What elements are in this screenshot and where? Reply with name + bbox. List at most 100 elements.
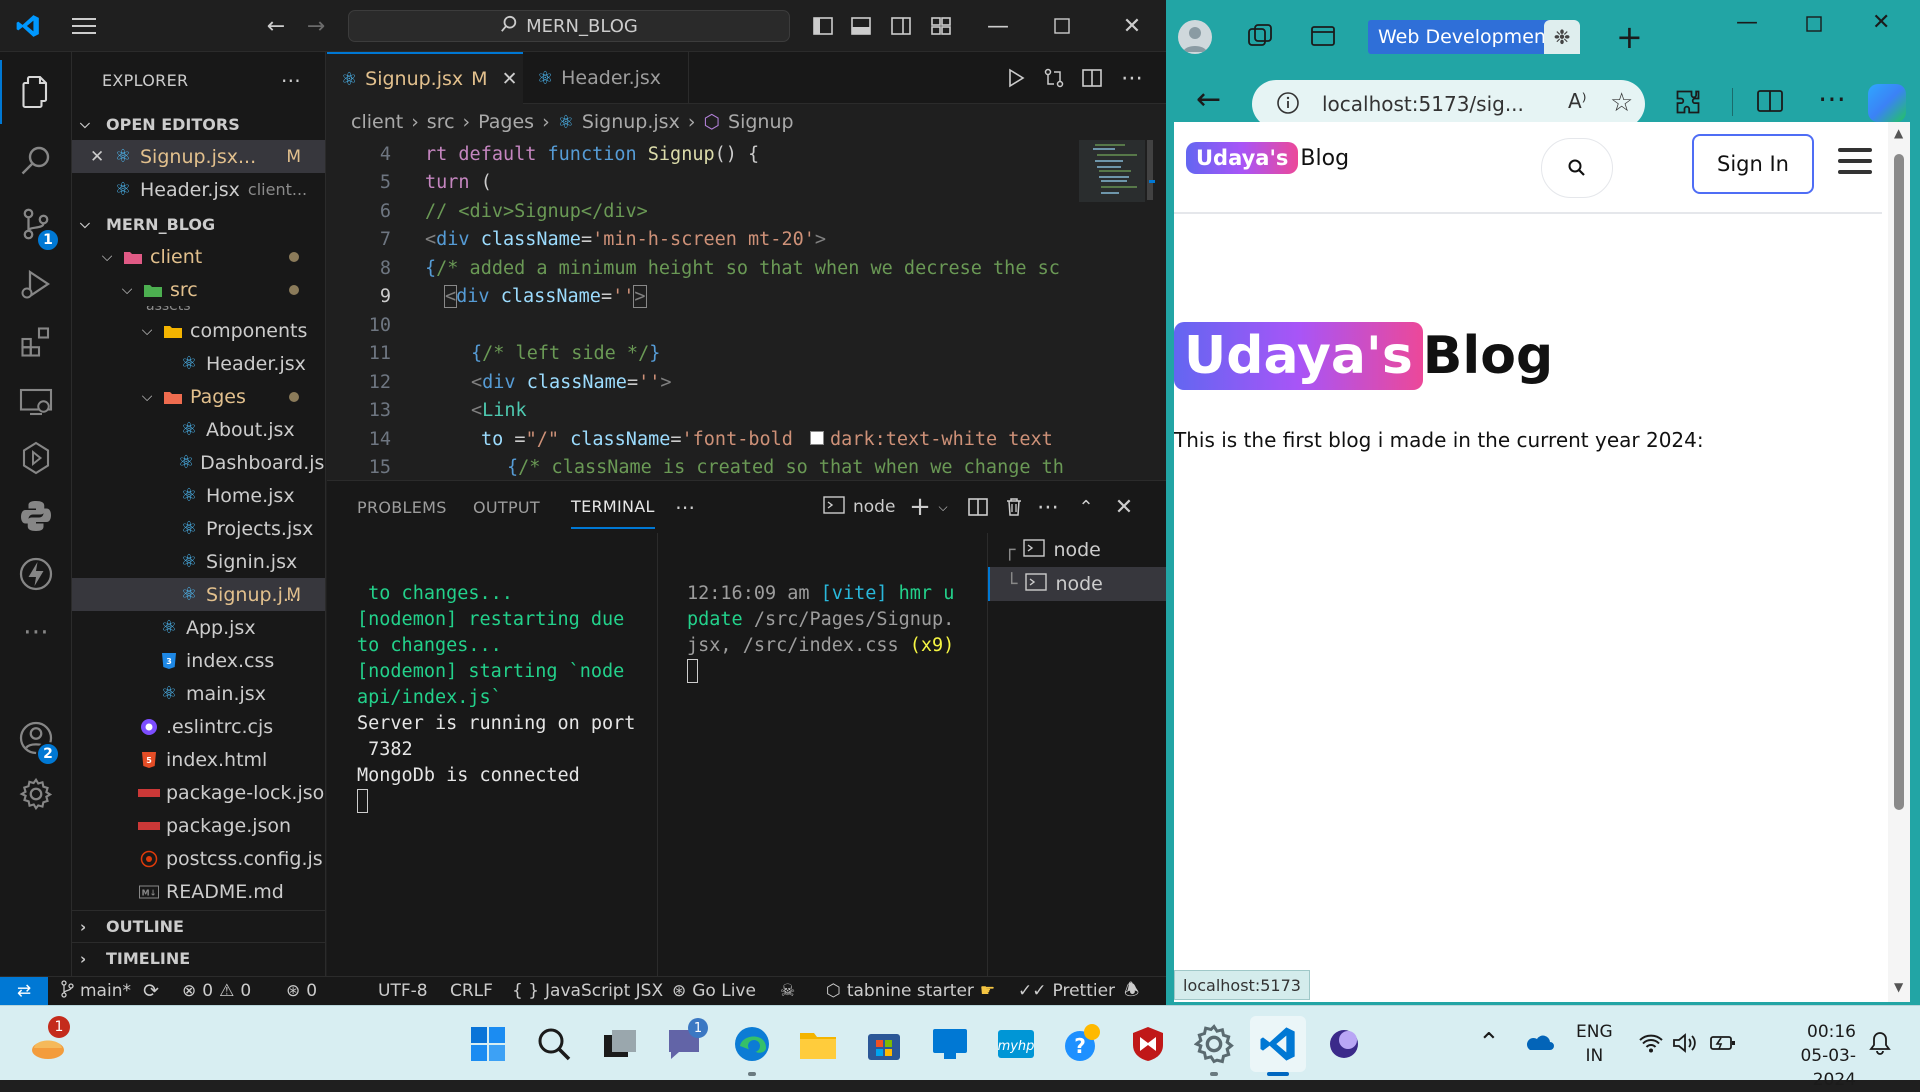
branch-indicator[interactable]: main* ⟳ xyxy=(60,977,159,1005)
encoding-indicator[interactable]: UTF-8 xyxy=(378,977,428,1005)
compare-changes-icon[interactable] xyxy=(1039,52,1069,104)
minimap[interactable] xyxy=(1079,140,1155,480)
site-logo[interactable]: Udaya's Blog xyxy=(1186,142,1349,174)
color-swatch-icon[interactable] xyxy=(810,430,825,445)
extensions-icon[interactable] xyxy=(1674,88,1702,120)
minimize-icon[interactable]: — xyxy=(978,0,1018,52)
close-icon[interactable]: ✕ xyxy=(502,68,518,90)
file-readme[interactable]: M↓ README.md xyxy=(72,875,325,908)
mcafee-icon[interactable] xyxy=(1120,1016,1176,1072)
customize-layout-icon[interactable] xyxy=(926,0,956,52)
search-icon[interactable] xyxy=(0,128,72,192)
new-terminal-icon[interactable]: + xyxy=(905,481,935,533)
copilot-icon[interactable]: ☠ xyxy=(780,977,795,1005)
code-editor[interactable]: 4 rt default function Signup() { 5 turn ( … xyxy=(327,140,1079,480)
task-view-icon[interactable] xyxy=(592,1016,648,1072)
widgets-icon[interactable]: 1 xyxy=(20,1016,76,1072)
sync-icon[interactable]: ⟳ xyxy=(143,980,159,1002)
close-icon[interactable]: ✕ xyxy=(1112,0,1152,52)
maximize-panel-icon[interactable]: ⌃ xyxy=(1071,481,1101,533)
open-editor-header[interactable]: ⚛ Header.jsx client... xyxy=(72,173,325,206)
remote-indicator[interactable]: ⇄ xyxy=(0,977,48,1005)
active-tab[interactable]: ❉ xyxy=(1544,20,1580,54)
run-icon[interactable] xyxy=(1001,52,1031,104)
file-explorer-icon[interactable] xyxy=(790,1016,846,1072)
breadcrumb-item[interactable]: Pages xyxy=(478,111,534,133)
run-debug-icon[interactable] xyxy=(0,252,72,316)
language-indicator[interactable]: ENG IN xyxy=(1576,1020,1613,1068)
split-editor-icon[interactable] xyxy=(1077,52,1107,104)
file-signin[interactable]: ⚛ Signin.jsx xyxy=(72,545,325,578)
file-projects[interactable]: ⚛ Projects.jsx xyxy=(72,512,325,545)
search-icon[interactable] xyxy=(526,1016,582,1072)
remote-explorer-icon[interactable] xyxy=(0,370,72,434)
file-about[interactable]: ⚛ About.jsx xyxy=(72,413,325,446)
toggle-secondary-sidebar-icon[interactable] xyxy=(886,0,916,52)
open-editors-section[interactable]: ⌵ OPEN EDITORS xyxy=(72,108,325,140)
clock[interactable]: 00:16 05-03-2024 xyxy=(1772,1020,1856,1092)
ports-indicator[interactable]: ⊛ 0 xyxy=(286,977,317,1005)
prettier-indicator[interactable]: ✓✓ Prettier xyxy=(1018,977,1115,1005)
gear-icon[interactable] xyxy=(0,762,72,826)
folder-components[interactable]: ⌵ components xyxy=(72,314,325,347)
file-index-css[interactable]: 3 index.css xyxy=(72,644,325,677)
menu-icon[interactable] xyxy=(64,0,104,52)
back-arrow-icon[interactable]: ← xyxy=(1196,82,1221,117)
file-index-html[interactable]: 5 index.html xyxy=(72,743,325,776)
more-actions-icon[interactable]: ⋯ xyxy=(1033,481,1063,533)
terminal-session[interactable]: ┌ node xyxy=(988,533,1166,567)
tab-terminal[interactable]: TERMINAL xyxy=(571,485,655,529)
restore-icon[interactable] xyxy=(1806,16,1822,36)
info-icon[interactable] xyxy=(1276,91,1300,120)
extensions-icon[interactable] xyxy=(0,310,72,374)
tab-header[interactable]: ⚛ Header.jsx xyxy=(523,52,689,104)
scroll-up-icon[interactable]: ▲ xyxy=(1894,126,1903,140)
file-eslintrc[interactable]: .eslintrc.cjs xyxy=(72,710,325,743)
file-app[interactable]: ⚛ App.jsx xyxy=(72,611,325,644)
maximize-icon[interactable] xyxy=(1042,0,1082,52)
close-icon[interactable]: ✕ xyxy=(1872,10,1890,35)
scrollbar-thumb[interactable] xyxy=(1894,154,1904,810)
breadcrumb-item[interactable]: client xyxy=(351,111,403,133)
command-center[interactable]: MERN_BLOG xyxy=(348,10,790,42)
eclipse-icon[interactable] xyxy=(1316,1016,1372,1072)
open-editor-signup[interactable]: ✕ ⚛ Signup.jsx... M xyxy=(72,140,325,173)
tab-group-label[interactable]: Web Development xyxy=(1368,20,1564,54)
split-screen-icon[interactable] xyxy=(1756,88,1784,118)
tab-output[interactable]: OUTPUT xyxy=(473,481,540,533)
more-views-icon[interactable]: ⋯ xyxy=(0,600,72,664)
folder-pages[interactable]: ⌵ Pages xyxy=(72,380,325,413)
close-panel-icon[interactable]: ✕ xyxy=(1109,481,1139,533)
favorite-star-icon[interactable]: ☆ xyxy=(1610,88,1633,118)
accounts-icon[interactable]: 2 xyxy=(0,706,72,770)
file-home[interactable]: ⚛ Home.jsx xyxy=(72,479,325,512)
terminal-shell-selector[interactable]: node xyxy=(823,481,895,533)
vscode-taskbar-icon[interactable] xyxy=(1250,1016,1306,1076)
profile-avatar[interactable] xyxy=(1178,20,1212,54)
edge-browser-icon[interactable] xyxy=(724,1016,780,1076)
more-actions-icon[interactable]: ⋯ xyxy=(1117,52,1147,104)
thunder-client-icon[interactable] xyxy=(0,542,72,606)
toggle-panel-icon[interactable] xyxy=(846,0,876,52)
file-package[interactable]: package.json xyxy=(72,809,325,842)
breadcrumb-item[interactable]: Signup xyxy=(728,111,794,133)
minimize-icon[interactable]: — xyxy=(1736,10,1758,35)
testing-icon[interactable] xyxy=(0,426,72,490)
file-dashboard[interactable]: ⚛ Dashboard.jsx xyxy=(72,446,325,479)
python-icon[interactable] xyxy=(0,484,72,548)
more-actions-icon[interactable]: ⋯ xyxy=(1818,82,1846,115)
terminal-output-right[interactable]: 12:16:09 am [vite] hmr u pdate /src/Pages… xyxy=(687,555,954,735)
trash-icon[interactable] xyxy=(999,481,1029,533)
source-control-icon[interactable]: 1 xyxy=(0,192,72,256)
more-tabs-icon[interactable]: ⋯ xyxy=(675,481,695,533)
file-main[interactable]: ⚛ main.jsx xyxy=(72,677,325,710)
search-button[interactable] xyxy=(1541,138,1613,198)
chevron-down-icon[interactable]: ⌵ xyxy=(933,481,953,533)
toggle-sidebar-icon[interactable] xyxy=(808,0,838,52)
help-icon[interactable]: ? xyxy=(1054,1016,1110,1072)
tab-signup[interactable]: ⚛ Signup.jsx M ✕ xyxy=(327,52,523,104)
sign-in-button[interactable]: Sign In xyxy=(1692,134,1814,194)
outline-section[interactable]: › OUTLINE xyxy=(72,910,325,942)
scroll-down-icon[interactable]: ▼ xyxy=(1894,980,1903,994)
volume-icon[interactable] xyxy=(1672,1032,1698,1058)
